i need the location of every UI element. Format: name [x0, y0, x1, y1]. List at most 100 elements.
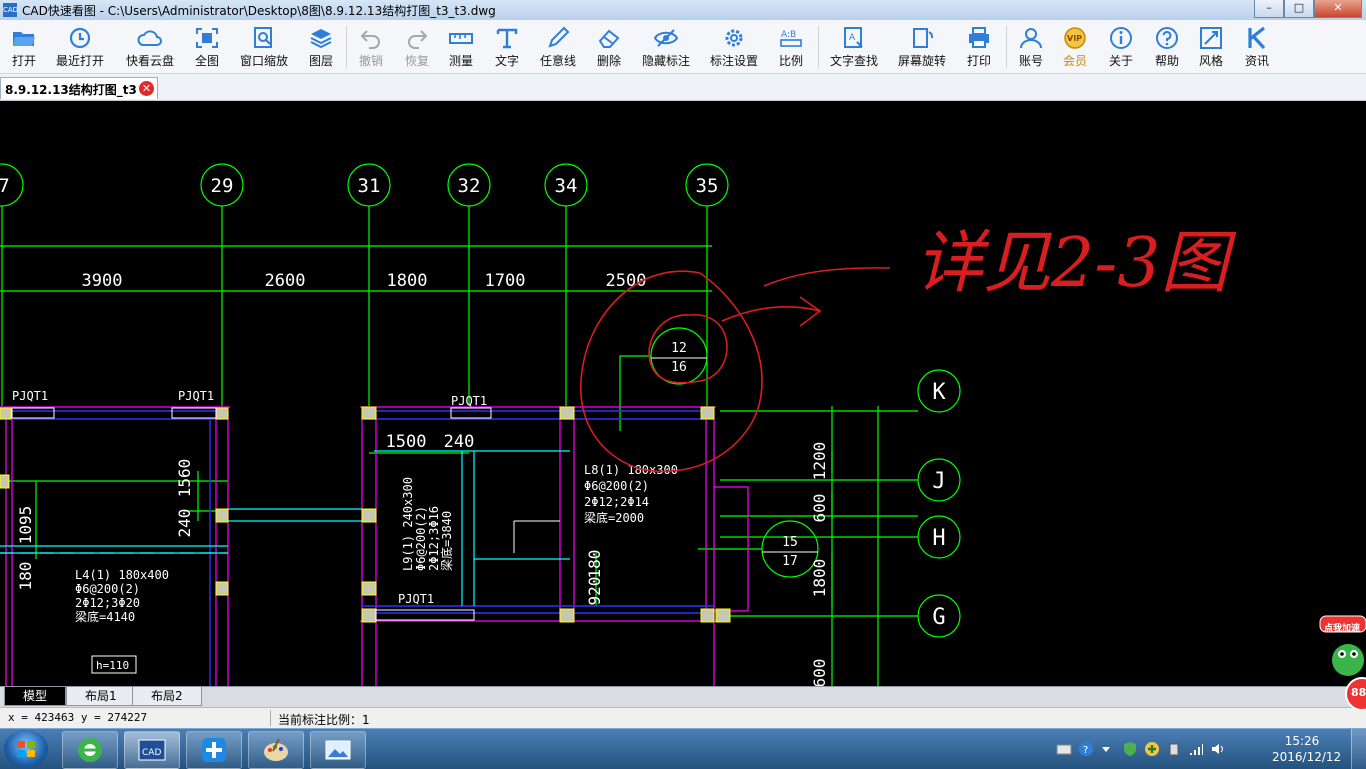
style-icon: [1200, 27, 1222, 49]
open-button[interactable]: 打开: [6, 20, 42, 73]
column-block: [215, 407, 229, 420]
toolbar-divider: [818, 26, 819, 68]
cloud-disk-button[interactable]: 快看云盘: [122, 20, 178, 73]
printer-icon: [969, 27, 989, 48]
start-button[interactable]: [4, 730, 48, 768]
show-desktop-button[interactable]: [1351, 729, 1366, 769]
dimension-text: 600: [810, 494, 829, 523]
callout-number: 12: [671, 341, 687, 356]
axis-label: H: [932, 526, 945, 551]
window-zoom-icon: [254, 27, 272, 48]
cloud-icon: [137, 30, 162, 46]
dimension-text: 2600: [265, 271, 306, 291]
svg-text:A:B: A:B: [781, 30, 796, 40]
account-button[interactable]: 账号: [1014, 20, 1048, 73]
volume-icon[interactable]: [1210, 741, 1226, 757]
window-zoom-button[interactable]: 窗口缩放: [236, 20, 292, 73]
toolbar-label: 撤销: [358, 54, 383, 68]
toolbar-label: 会员: [1062, 54, 1087, 68]
toolbar-label: 文字查找: [829, 54, 878, 68]
maximize-button[interactable]: □: [1284, 0, 1314, 18]
toolbar-label: 快看云盘: [125, 54, 174, 68]
column-block: [215, 581, 229, 596]
vip-button[interactable]: VIP 会员: [1058, 20, 1092, 73]
taskbar-app-image-viewer[interactable]: [310, 731, 366, 769]
speedup-widget[interactable]: 点我加速 88: [1318, 612, 1366, 712]
toolbar-label: 恢复: [404, 54, 429, 68]
drawing-canvas[interactable]: 7 29 31 32 34 35 K J H G 3900 2600 1800 …: [0, 101, 1366, 686]
layers-button[interactable]: 图层: [304, 20, 338, 73]
dimension-text: 1200: [810, 442, 829, 481]
toolbar-label: 帮助: [1154, 54, 1179, 68]
redo-button[interactable]: 恢复: [400, 20, 434, 73]
column-block: [559, 608, 575, 623]
about-button[interactable]: 关于: [1104, 20, 1138, 73]
taskbar-app-cad[interactable]: CAD: [124, 731, 180, 769]
dimension-text: 180: [16, 562, 35, 591]
folder-open-icon: [13, 32, 35, 46]
rotate-screen-button[interactable]: 屏幕旋转: [894, 20, 950, 73]
full-view-button[interactable]: 全图: [190, 20, 224, 73]
print-button[interactable]: 打印: [962, 20, 996, 73]
taskbar-app-paint[interactable]: [248, 731, 304, 769]
annotation-settings-button[interactable]: 标注设置: [706, 20, 762, 73]
axis-label: 32: [458, 175, 481, 197]
beam-annotation: 梁底=4140: [75, 609, 135, 624]
hide-eye-icon: [653, 29, 679, 47]
svg-text:CAD: CAD: [142, 748, 161, 758]
scale-button[interactable]: A:B 比例: [774, 20, 808, 73]
tab-close-icon[interactable]: ✕: [139, 81, 154, 96]
close-button[interactable]: ✕: [1314, 0, 1362, 18]
measure-button[interactable]: 测量: [444, 20, 478, 73]
toolbar-label: 比例: [778, 54, 803, 68]
help-tray-icon[interactable]: ?: [1078, 741, 1094, 757]
news-button[interactable]: 资讯: [1240, 20, 1274, 73]
tray-arrow-icon[interactable]: [1098, 741, 1114, 757]
hatch-patch: [11, 407, 55, 419]
cursor-coordinates: x = 423463 y = 274227: [8, 711, 148, 724]
eraser-icon: [598, 29, 620, 48]
taskbar-app-ie[interactable]: [62, 731, 118, 769]
scale-ab-icon: A:B: [780, 30, 802, 47]
dimension-text: 920: [585, 577, 604, 606]
beam-tag: PJQT1: [178, 389, 214, 403]
undo-button[interactable]: 撤销: [354, 20, 388, 73]
news-k-icon: [1248, 26, 1266, 50]
axis-label: 31: [358, 175, 381, 197]
svg-text:A: A: [849, 33, 856, 43]
delete-button[interactable]: 删除: [592, 20, 626, 73]
taskbar-app-pinwheel[interactable]: [186, 731, 242, 769]
text-search-button[interactable]: A 文字查找: [826, 20, 882, 73]
dimension-text: 1095: [16, 506, 35, 545]
tab-layout2[interactable]: 布局2: [132, 687, 202, 706]
help-button[interactable]: 帮助: [1150, 20, 1184, 73]
minimize-button[interactable]: –: [1254, 0, 1284, 18]
plus-tray-icon[interactable]: [1144, 741, 1160, 757]
security-shield-icon[interactable]: [1122, 741, 1138, 757]
settings-gear-icon: [725, 29, 743, 47]
toolbar-label: 全图: [194, 54, 219, 68]
image-viewer-icon: [325, 740, 351, 760]
text-search-icon: A: [844, 27, 863, 48]
tab-model[interactable]: 模型: [4, 687, 67, 706]
system-clock[interactable]: 15:26 2016/12/12: [1272, 733, 1341, 765]
fullview-icon: [196, 28, 218, 48]
document-tab[interactable]: 8.9.12.13结构打图_t3 ✕: [0, 77, 158, 99]
keyboard-icon[interactable]: [1056, 741, 1072, 757]
vip-badge-icon: VIP: [1064, 27, 1086, 49]
app-logo-icon: CAD: [3, 3, 18, 17]
tab-layout1[interactable]: 布局1: [66, 687, 136, 706]
style-button[interactable]: 风格: [1194, 20, 1228, 73]
network-signal-icon[interactable]: [1188, 741, 1204, 757]
text-button[interactable]: 文字: [490, 20, 524, 73]
hide-annotation-button[interactable]: 隐藏标注: [638, 20, 694, 73]
svg-text:?: ?: [1083, 745, 1088, 756]
windows-taskbar: CAD ? 15:26 2016/12/12: [0, 728, 1366, 769]
document-tab-label: 8.9.12.13结构打图_t3: [5, 83, 137, 97]
freehand-line-button[interactable]: 任意线: [536, 20, 580, 73]
axis-label: 35: [696, 175, 719, 197]
status-bar: x = 423463 y = 274227 当前标注比例：1: [0, 707, 1366, 729]
recent-open-button[interactable]: 最近打开: [52, 20, 108, 73]
column-block: [361, 406, 377, 420]
usb-device-icon[interactable]: [1166, 741, 1182, 757]
